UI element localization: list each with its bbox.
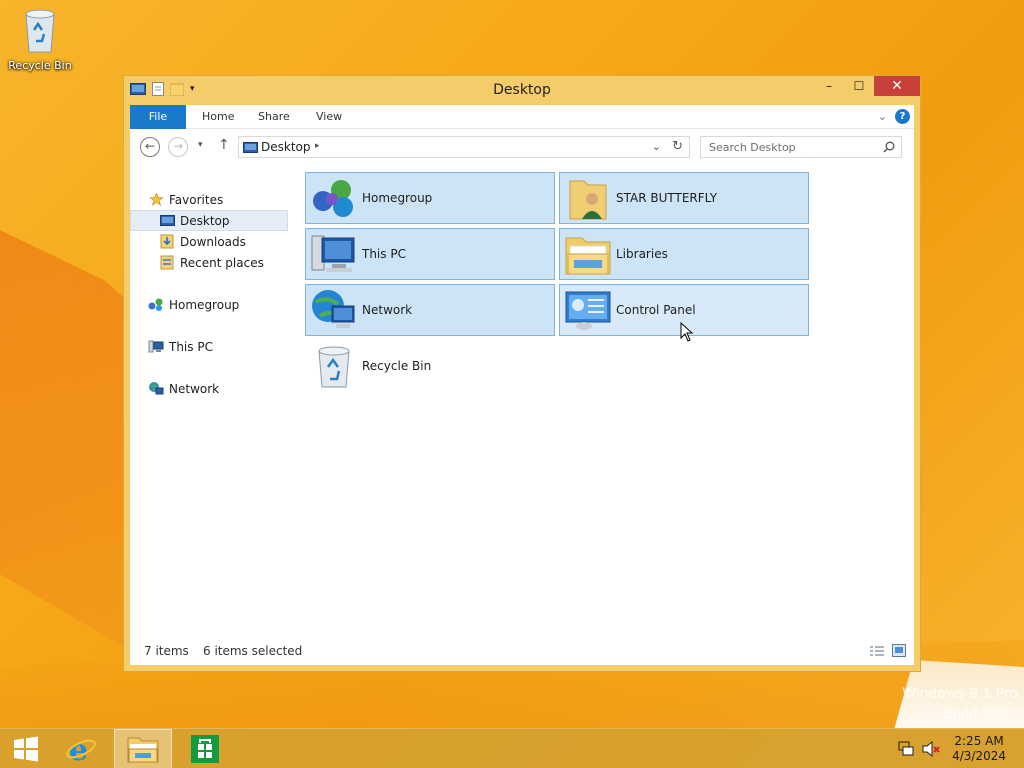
start-button[interactable] xyxy=(4,729,48,768)
item-user-folder[interactable]: STAR BUTTERFLY xyxy=(559,172,809,224)
recycle-bin-icon xyxy=(25,9,55,53)
item-homegroup[interactable]: Homegroup xyxy=(305,172,555,224)
address-dropdown-icon[interactable]: ⌄ xyxy=(652,140,661,153)
breadcrumb-chevron-icon[interactable]: ▸ xyxy=(315,141,320,151)
taskbar-internet-explorer[interactable]: e xyxy=(58,729,104,768)
recent-places-icon xyxy=(159,255,175,271)
forward-button[interactable]: → xyxy=(168,137,188,157)
system-clock[interactable]: 2:25 AM 4/3/2024 xyxy=(952,734,1006,764)
item-label: Homegroup xyxy=(362,191,433,205)
item-label: Control Panel xyxy=(616,303,696,317)
recent-locations-icon[interactable]: ▾ xyxy=(198,140,203,150)
desktop-icon xyxy=(159,213,175,229)
mouse-cursor-icon xyxy=(680,322,694,342)
user-folder-icon xyxy=(560,173,616,223)
taskbar-file-explorer[interactable] xyxy=(114,729,172,768)
nav-label: Recent places xyxy=(180,255,264,270)
search-placeholder: Search Desktop xyxy=(709,141,796,154)
nav-homegroup[interactable]: Homegroup xyxy=(130,294,288,315)
libraries-icon xyxy=(560,229,616,279)
explorer-window: ▾ Desktop – ☐ ✕ File Home Share View ⌄ ?… xyxy=(123,75,921,672)
expand-ribbon-icon[interactable]: ⌄ xyxy=(878,110,887,123)
nav-tree: Favorites Desktop Downloads Recent place… xyxy=(130,189,290,409)
large-icons-view-icon[interactable] xyxy=(892,644,906,657)
up-icon[interactable]: ↑ xyxy=(218,137,230,153)
internet-explorer-icon: e xyxy=(66,733,96,765)
recycle-bin-icon xyxy=(306,341,362,391)
taskbar-store[interactable] xyxy=(182,729,228,768)
minimize-button[interactable]: – xyxy=(814,76,844,96)
tab-home[interactable]: Home xyxy=(190,105,246,129)
desktop-location-icon xyxy=(243,142,258,153)
details-view-icon[interactable] xyxy=(870,645,884,657)
address-text: Desktop xyxy=(261,140,311,154)
nav-network[interactable]: Network xyxy=(130,378,288,399)
item-this-pc[interactable]: This PC xyxy=(305,228,555,280)
nav-favorites[interactable]: Favorites xyxy=(130,189,288,210)
tab-share[interactable]: Share xyxy=(246,105,302,129)
watermark-edition: Windows 8.1 Pro xyxy=(902,686,1018,702)
nav-recent-places[interactable]: Recent places xyxy=(130,252,288,273)
maximize-button[interactable]: ☐ xyxy=(844,76,874,96)
nav-desktop[interactable]: Desktop xyxy=(130,210,288,231)
computer-icon xyxy=(306,229,362,279)
star-icon xyxy=(148,192,164,208)
nav-downloads[interactable]: Downloads xyxy=(130,231,288,252)
taskbar: e 2:25 AM 4/3/2024 xyxy=(0,728,1024,768)
network-tray-icon[interactable] xyxy=(898,741,914,757)
item-count: 7 items xyxy=(144,644,189,658)
file-list: Homegroup STAR BUTTERFLY This PC Librari… xyxy=(302,167,914,639)
control-panel-icon xyxy=(560,285,616,335)
item-label: Recycle Bin xyxy=(362,359,432,373)
downloads-icon xyxy=(159,234,175,250)
windows-logo-icon xyxy=(14,736,38,762)
window-title: Desktop xyxy=(493,82,551,98)
nav-label: Network xyxy=(169,381,220,396)
file-explorer-icon xyxy=(127,737,159,763)
network-icon xyxy=(148,381,164,397)
computer-icon xyxy=(148,339,164,355)
window-body: File Home Share View ⌄ ? ← → ▾ ↑ Desktop… xyxy=(130,105,914,665)
item-label: This PC xyxy=(362,247,406,261)
ribbon-tabs: File Home Share View ⌄ ? xyxy=(130,105,914,129)
search-icon[interactable] xyxy=(883,141,895,153)
item-libraries[interactable]: Libraries xyxy=(559,228,809,280)
window-controls: – ☐ ✕ xyxy=(814,76,920,96)
nav-label: Homegroup xyxy=(169,297,240,312)
svg-text:e: e xyxy=(69,733,88,765)
item-network[interactable]: Network xyxy=(305,284,555,336)
nav-label: Favorites xyxy=(169,192,224,207)
tab-file[interactable]: File xyxy=(130,105,186,129)
nav-this-pc[interactable]: This PC xyxy=(130,336,288,357)
close-button[interactable]: ✕ xyxy=(874,76,920,96)
windows-watermark: Windows 8.1 Pro Build 9600 xyxy=(902,684,1018,724)
address-bar[interactable]: Desktop ▸ ⌄ ↻ xyxy=(238,136,690,158)
item-label: Libraries xyxy=(616,247,668,261)
clock-date: 4/3/2024 xyxy=(952,749,1006,763)
store-icon xyxy=(191,735,219,763)
item-recycle-bin[interactable]: Recycle Bin xyxy=(305,340,555,392)
help-button[interactable]: ? xyxy=(895,109,910,124)
nav-label: Desktop xyxy=(180,213,230,228)
network-icon xyxy=(306,285,362,335)
status-bar: 7 items 6 items selected xyxy=(130,639,914,665)
clock-time: 2:25 AM xyxy=(954,734,1004,748)
navigation-bar: ← → ▾ ↑ Desktop ▸ ⌄ ↻ Search Desktop xyxy=(130,129,914,165)
watermark-build: Build 9600 xyxy=(942,706,1018,722)
title-bar[interactable]: ▾ Desktop – ☐ ✕ xyxy=(124,76,920,104)
search-box[interactable]: Search Desktop xyxy=(700,136,902,158)
back-button[interactable]: ← xyxy=(140,137,160,157)
volume-muted-icon[interactable] xyxy=(922,741,940,757)
refresh-icon[interactable]: ↻ xyxy=(672,139,683,154)
homegroup-icon xyxy=(306,173,362,223)
item-label: Network xyxy=(362,303,413,317)
nav-label: This PC xyxy=(169,339,213,354)
item-label: STAR BUTTERFLY xyxy=(616,191,718,205)
desktop-recycle-bin[interactable]: Recycle Bin xyxy=(6,6,74,72)
selection-count: 6 items selected xyxy=(203,644,303,658)
desktop-icon-label: Recycle Bin xyxy=(8,59,72,72)
nav-label: Downloads xyxy=(180,234,246,249)
homegroup-icon xyxy=(148,297,164,313)
tab-view[interactable]: View xyxy=(304,105,354,129)
